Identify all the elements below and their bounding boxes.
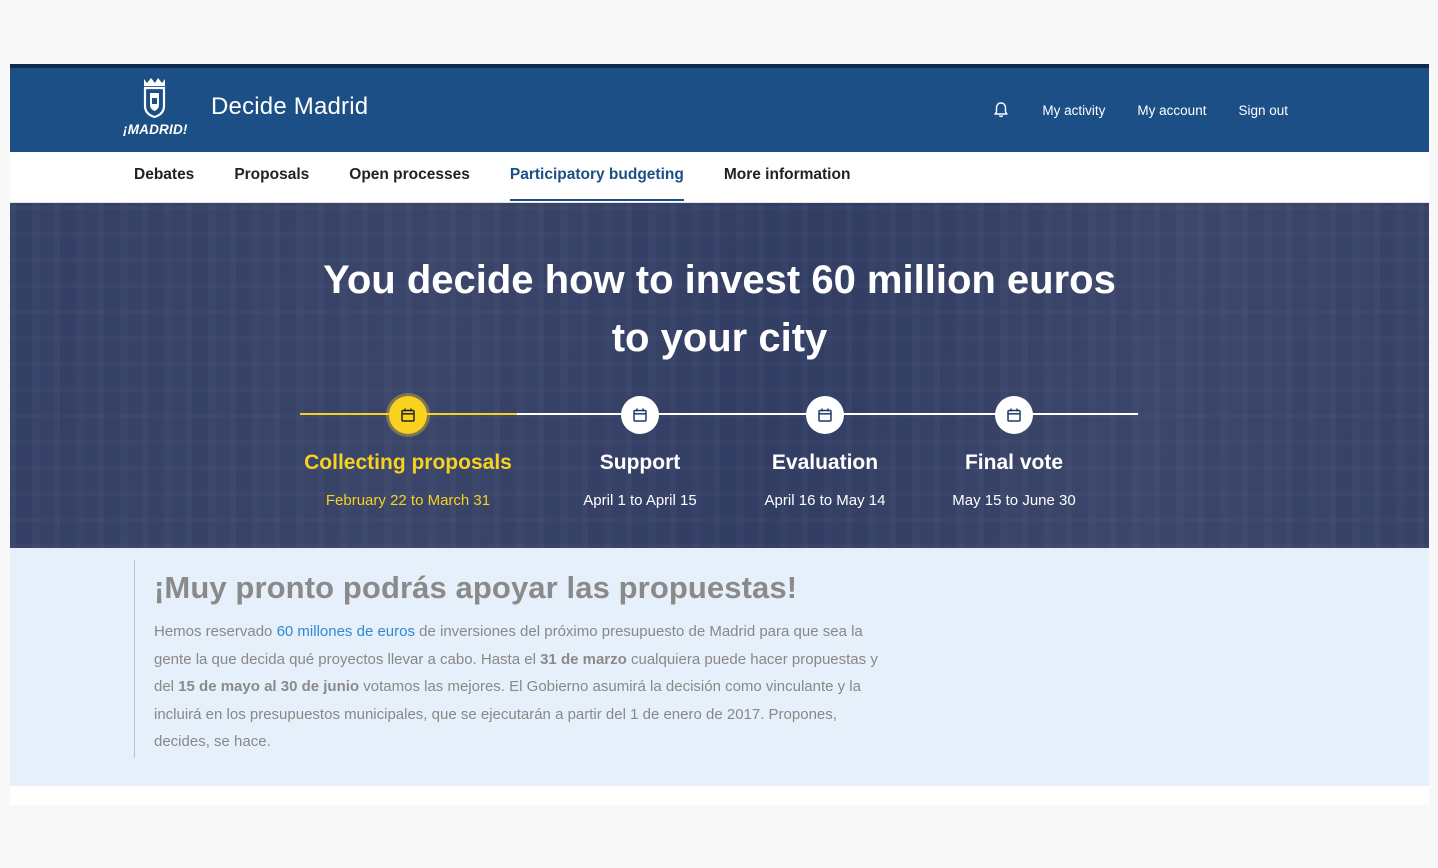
menu-item-open-processes[interactable]: Open processes [349, 152, 470, 203]
top-header: ¡MADRID! Decide Madrid My activity My ac… [10, 64, 1429, 152]
phase-date: May 15 to June 30 [952, 492, 1076, 509]
menu-item-participatory-budgeting[interactable]: Participatory budgeting [509, 152, 684, 203]
hero-title: You decide how to invest 60 million euro… [10, 251, 1429, 367]
deadline-date: 31 de marzo [540, 650, 627, 668]
voting-period: 15 de mayo al 30 de junio [178, 678, 360, 695]
phase-date: February 22 to March 31 [325, 492, 491, 509]
calendar-icon [633, 408, 647, 422]
main-menu: Debates Proposals Open processes Partici… [10, 152, 1429, 203]
phase-support-dot[interactable] [621, 396, 659, 434]
calendar-icon [818, 408, 832, 422]
site-title[interactable]: Decide Madrid [211, 93, 368, 121]
phase-evaluation-dot[interactable] [806, 396, 844, 434]
sign-out-link[interactable]: Sign out [1238, 103, 1288, 118]
user-nav: My activity My account Sign out [992, 101, 1288, 119]
hero-banner: You decide how to invest 60 million euro… [10, 203, 1429, 548]
hero-title-line-1: You decide how to invest 60 million euro… [323, 258, 1116, 302]
menu-item-debates[interactable]: Debates [134, 152, 194, 203]
announcement-callout: ¡Muy pronto podrás apoyar las propuestas… [134, 560, 894, 758]
announcement-text: Hemos reservado 60 millones de euros de … [154, 618, 894, 756]
calendar-icon [401, 408, 415, 422]
phase-collecting-proposals-dot[interactable] [389, 396, 427, 434]
phase-name[interactable]: Final vote [884, 451, 1144, 475]
my-account-link[interactable]: My account [1137, 103, 1206, 118]
phase-final-vote-dot[interactable] [995, 396, 1033, 434]
bell-icon[interactable] [992, 101, 1010, 119]
phase-name[interactable]: Collecting proposals [278, 451, 538, 475]
menu-item-proposals[interactable]: Proposals [234, 152, 309, 203]
text-segment: Hemos reservado [154, 623, 277, 640]
hero-title-line-2: to your city [611, 316, 828, 360]
menu-item-more-information[interactable]: More information [724, 152, 851, 203]
announcement-heading: ¡Muy pronto podrás apoyar las propuestas… [154, 570, 798, 605]
my-activity-link[interactable]: My activity [1042, 103, 1105, 118]
budget-amount-link[interactable]: 60 millones de euros [277, 623, 415, 640]
logo-wordmark: ¡MADRID! [123, 122, 188, 137]
announcement-section: ¡Muy pronto podrás apoyar las propuestas… [10, 548, 1429, 786]
calendar-icon [1007, 408, 1021, 422]
page-frame: ¡MADRID! Decide Madrid My activity My ac… [10, 64, 1429, 805]
